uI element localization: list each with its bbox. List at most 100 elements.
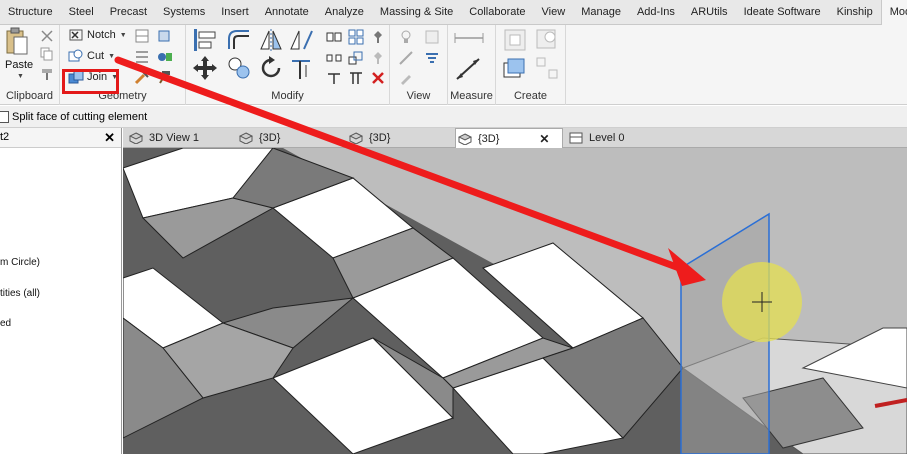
notch-label: Notch: [87, 29, 116, 41]
offset-button[interactable]: [226, 27, 252, 56]
trim-multiple-button[interactable]: [348, 70, 364, 89]
split-element-button[interactable]: [326, 29, 342, 48]
cut-clipboard-button[interactable]: [40, 29, 54, 46]
tab-insert[interactable]: Insert: [213, 0, 257, 25]
cut-geometry-button[interactable]: Cut ▼: [68, 47, 115, 65]
tab-systems[interactable]: Systems: [155, 0, 213, 25]
tab-3d-b[interactable]: {3D}: [347, 128, 453, 148]
notch-dropdown-icon: ▼: [119, 31, 127, 39]
array-button[interactable]: [348, 29, 364, 48]
create-group-button[interactable]: [502, 55, 528, 84]
view-panel: View: [390, 25, 448, 105]
tab-3d-view-1[interactable]: 3D View 1: [127, 128, 233, 148]
move-button[interactable]: [192, 55, 218, 84]
trim-extend-icon: [292, 60, 310, 79]
tab-arutils[interactable]: ARUtils: [683, 0, 736, 25]
hammer-icon: [159, 71, 170, 84]
floor-plan-icon: [569, 132, 583, 144]
paste-button[interactable]: [4, 27, 30, 60]
tab-massing-site[interactable]: Massing & Site: [372, 0, 461, 25]
tab-3d-a[interactable]: {3D}: [237, 128, 343, 148]
notch-button[interactable]: Notch ▼: [68, 26, 127, 44]
create-panel: Create: [496, 25, 566, 105]
close-icon[interactable]: ✕: [104, 130, 115, 146]
linework-icon: [399, 51, 413, 65]
view-3d-icon: [129, 132, 143, 144]
create-similar-icon: [536, 57, 558, 79]
ribbon-tab-bar: Structure Steel Precast Systems Insert A…: [0, 0, 907, 25]
override-graphics-icon: [425, 30, 439, 44]
cut-dropdown-icon: ▼: [108, 52, 116, 60]
pencil-button[interactable]: [398, 70, 414, 89]
filter-button[interactable]: [424, 50, 440, 69]
override-graphics-button[interactable]: [424, 29, 440, 48]
dimension-icon: [454, 33, 484, 43]
tab-3d-active[interactable]: {3D} ✕: [455, 128, 563, 149]
linework-button[interactable]: [398, 50, 414, 69]
tab-kinship[interactable]: Kinship: [829, 0, 881, 25]
paint-button[interactable]: [156, 28, 172, 47]
mirror-axis-icon: [260, 29, 282, 51]
project-browser-header: t2 ✕: [0, 128, 121, 148]
tab-label: {3D}: [259, 132, 281, 144]
tab-precast[interactable]: Precast: [102, 0, 155, 25]
browser-item[interactable]: tities (all): [0, 288, 40, 299]
hammer-button[interactable]: [156, 69, 172, 88]
unpin-button[interactable]: [370, 50, 386, 69]
close-tab-icon[interactable]: ✕: [539, 132, 549, 146]
rotate-icon: [261, 56, 281, 78]
scale-button[interactable]: [348, 50, 364, 69]
tab-annotate[interactable]: Annotate: [257, 0, 317, 25]
scissors-icon: [41, 30, 53, 42]
browser-item[interactable]: ed: [0, 318, 11, 329]
match-properties-button[interactable]: [40, 67, 54, 84]
tab-structure[interactable]: Structure: [0, 0, 61, 25]
tab-analyze[interactable]: Analyze: [317, 0, 372, 25]
measure-along-button[interactable]: [453, 55, 489, 86]
paint-icon: [158, 30, 170, 42]
tab-steel[interactable]: Steel: [61, 0, 102, 25]
align-button[interactable]: [192, 27, 218, 56]
measure-between-button[interactable]: [453, 31, 489, 48]
rotate-button[interactable]: [258, 55, 284, 84]
create-assembly-button[interactable]: [502, 27, 528, 56]
3d-viewport[interactable]: [123, 148, 907, 454]
demolish-button[interactable]: [156, 49, 174, 68]
browser-item[interactable]: m Circle): [0, 257, 40, 268]
measure-icon: [456, 58, 480, 80]
tab-level-0[interactable]: Level 0: [567, 128, 677, 148]
mirror-axis-button[interactable]: [258, 27, 284, 56]
split-gap-button[interactable]: [326, 50, 342, 69]
tab-modify[interactable]: Modify: [880, 0, 907, 25]
filter-icon: [426, 53, 438, 63]
trim-extend-button[interactable]: [288, 55, 314, 84]
tab-add-ins[interactable]: Add-Ins: [629, 0, 683, 25]
tab-view[interactable]: View: [534, 0, 574, 25]
paste-dropdown-icon[interactable]: ▼: [17, 73, 24, 80]
create-parts-button[interactable]: [534, 27, 560, 56]
measure-panel: Measure: [448, 25, 496, 105]
copy-button[interactable]: [40, 47, 54, 64]
lightbulb-icon: [401, 30, 411, 43]
tab-ideate-software[interactable]: Ideate Software: [736, 0, 829, 25]
tab-manage[interactable]: Manage: [573, 0, 629, 25]
split-face-checkbox[interactable]: [0, 110, 9, 123]
tab-collaborate[interactable]: Collaborate: [461, 0, 533, 25]
mirror-draw-icon: [290, 30, 313, 50]
split-face-button[interactable]: [134, 49, 150, 68]
mirror-draw-button[interactable]: [288, 27, 314, 56]
pin-button[interactable]: [370, 29, 386, 48]
trim-single-button[interactable]: [326, 70, 342, 89]
remove-paint-button[interactable]: [134, 69, 150, 88]
cut-label: Cut: [87, 50, 105, 62]
view-3d-icon: [349, 132, 363, 144]
copy-element-button[interactable]: [226, 55, 252, 84]
hide-element-button[interactable]: [398, 29, 414, 48]
copy-element-icon: [228, 57, 250, 79]
delete-button[interactable]: [370, 70, 386, 89]
create-similar-button[interactable]: [534, 55, 560, 84]
brush-icon: [42, 69, 52, 80]
split-face-checkbox-label: Split face of cutting element: [12, 110, 148, 123]
wall-join-button[interactable]: [134, 28, 150, 47]
create-panel-label: Create: [513, 90, 548, 102]
